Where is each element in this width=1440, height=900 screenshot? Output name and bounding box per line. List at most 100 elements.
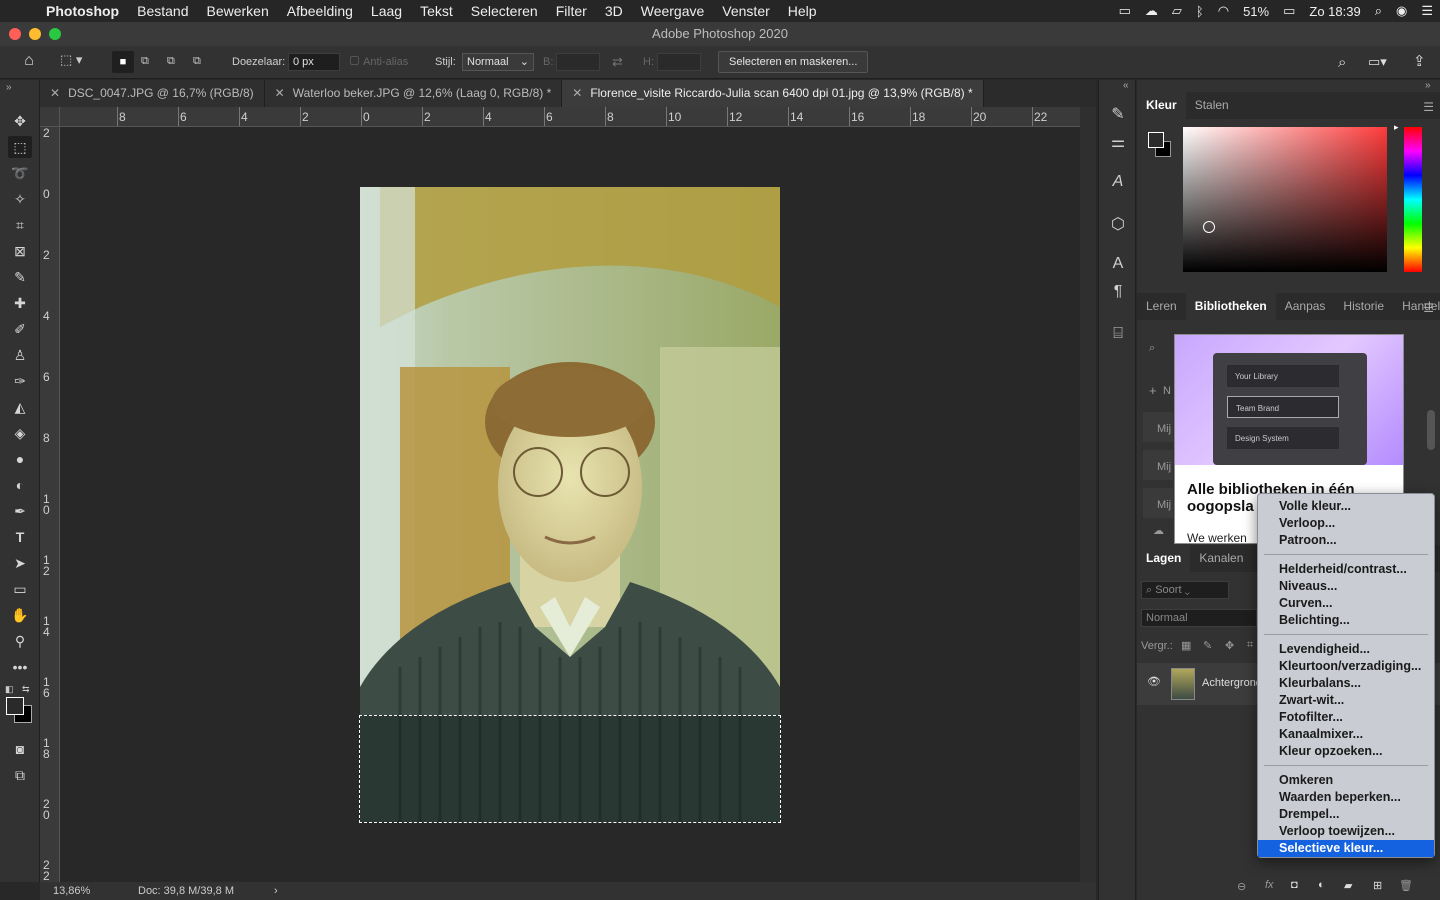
search-icon[interactable]: ⌕ [1338, 54, 1346, 71]
tab-stalen[interactable]: Stalen [1186, 92, 1238, 119]
default-colors-icon[interactable]: ◧ [5, 684, 14, 695]
zoom-tool-icon[interactable]: ⚲ [8, 630, 32, 652]
marquee-preset-icon[interactable]: ⬚ ▾ [60, 52, 98, 72]
collapse-column-icon[interactable]: « [1123, 80, 1129, 91]
brush-settings-icon[interactable]: ✎ [1106, 102, 1130, 126]
paragraph-icon[interactable]: ¶ [1106, 280, 1130, 304]
battery-percent[interactable]: 51% [1236, 4, 1276, 19]
creative-cloud-icon[interactable]: ☁ [1138, 3, 1165, 19]
collapse-panels-icon[interactable]: » [1425, 80, 1431, 91]
eraser-tool-icon[interactable]: ◭ [8, 396, 32, 418]
foreground-color-swatch[interactable] [6, 697, 24, 715]
add-to-selection-icon[interactable]: ⧉ [141, 55, 149, 68]
visibility-eye-icon[interactable]: 👁 [1147, 675, 1161, 688]
tool-presets-icon[interactable]: ⌸ [1106, 322, 1130, 346]
frame-tool-icon[interactable]: ⊠ [8, 240, 32, 262]
airplay-icon[interactable]: ▱ [1165, 3, 1189, 19]
close-tab-icon[interactable]: ✕ [50, 86, 60, 100]
collapse-toolbar-icon[interactable]: » [6, 82, 12, 93]
color-fg-swatch[interactable] [1148, 132, 1164, 148]
glyphs-icon[interactable]: A [1106, 170, 1130, 194]
pen-tool-icon[interactable]: ✒ [8, 500, 32, 522]
home-icon[interactable]: ⌂ [18, 52, 40, 72]
menu-item[interactable]: Fotofilter... [1258, 709, 1434, 726]
screen-mode-icon[interactable]: ⧉ [8, 764, 32, 786]
menu-item[interactable]: Kanaalmixer... [1258, 726, 1434, 743]
clone-stamp-tool-icon[interactable]: ♙ [8, 344, 32, 366]
menu-laag[interactable]: Laag [362, 3, 411, 19]
tab-kleur[interactable]: Kleur [1137, 92, 1186, 119]
lock-position-icon[interactable]: ✥ [1225, 639, 1234, 652]
spotlight-search-icon[interactable]: ⌕ [1368, 3, 1389, 19]
panel-menu-icon[interactable]: ☰ [1423, 100, 1434, 114]
workspace-icon[interactable]: ▭▾ [1368, 54, 1387, 70]
hue-slider-handle-icon[interactable]: ▸ [1394, 122, 1399, 133]
bluetooth-icon[interactable]: ᛒ [1189, 4, 1211, 19]
wifi-icon[interactable]: ◠ [1211, 3, 1236, 19]
menu-filter[interactable]: Filter [547, 3, 596, 19]
siri-icon[interactable]: ◉ [1389, 3, 1414, 19]
canvas-scrollbar[interactable] [1080, 107, 1096, 882]
blur-tool-icon[interactable]: ● [8, 448, 32, 470]
quick-mask-icon[interactable]: ◙ [8, 738, 32, 760]
layer-name[interactable]: Achtergrond [1202, 677, 1262, 689]
app-menu[interactable]: Photoshop [40, 3, 128, 19]
status-menu-chevron-icon[interactable]: › [274, 882, 278, 900]
height-input[interactable] [657, 53, 701, 71]
menu-item[interactable]: Niveaus... [1258, 578, 1434, 595]
lasso-tool-icon[interactable]: ➰ [8, 162, 32, 184]
marquee-tool-icon[interactable]: ⬚ [8, 136, 32, 158]
magic-wand-tool-icon[interactable]: ✧ [8, 188, 32, 210]
lock-artboard-icon[interactable]: ⌗ [1247, 639, 1253, 652]
menu-item[interactable]: Curven... [1258, 595, 1434, 612]
zoom-level[interactable]: 13,86% [53, 882, 90, 900]
menu-item[interactable]: Verloop toewijzen... [1258, 823, 1434, 840]
select-and-mask-button[interactable]: Selecteren en maskeren... [718, 51, 869, 73]
width-input[interactable] [556, 53, 600, 71]
menu-item[interactable]: Kleurbalans... [1258, 675, 1434, 692]
type-tool-icon[interactable]: T [8, 526, 32, 548]
fx-icon[interactable]: fx [1265, 879, 1274, 891]
path-selection-tool-icon[interactable]: ➤ [8, 552, 32, 574]
crop-tool-icon[interactable]: ⌗ [8, 214, 32, 236]
eyedropper-tool-icon[interactable]: ✎ [8, 266, 32, 288]
tab-bibliotheken[interactable]: Bibliotheken [1185, 293, 1276, 320]
tab-aanpassingen[interactable]: Aanpas [1276, 293, 1335, 320]
menu-venster[interactable]: Venster [713, 3, 778, 19]
tab-historie[interactable]: Historie [1334, 293, 1393, 320]
close-tab-icon[interactable]: ✕ [572, 86, 582, 100]
tab-leren[interactable]: Leren [1137, 293, 1186, 320]
ruler-origin[interactable] [40, 107, 60, 127]
menu-3d[interactable]: 3D [596, 3, 632, 19]
subtract-selection-icon[interactable]: ⧉ [167, 55, 175, 68]
new-group-icon[interactable]: ▰ [1344, 879, 1352, 892]
new-layer-icon[interactable]: ⊞ [1373, 879, 1382, 892]
tab-florence[interactable]: ✕ Florence_visite Riccardo-Julia scan 640… [562, 80, 984, 107]
tab-lagen[interactable]: Lagen [1137, 545, 1191, 572]
panel-menu-icon[interactable]: ☰ [1423, 301, 1434, 315]
display-icon[interactable]: ▭ [1112, 3, 1138, 19]
menu-item[interactable]: Omkeren [1258, 772, 1434, 789]
hue-slider[interactable] [1404, 127, 1422, 272]
tab-kanalen[interactable]: Kanalen [1190, 545, 1252, 572]
library-search-icon[interactable]: ⌕ [1149, 342, 1155, 355]
style-select[interactable]: Normaal ⌄ [462, 53, 534, 71]
menu-bewerken[interactable]: Bewerken [197, 3, 277, 19]
hand-tool-icon[interactable]: ✋ [8, 604, 32, 626]
zoom-window-icon[interactable] [49, 28, 61, 40]
menu-item[interactable]: Waarden beperken... [1258, 789, 1434, 806]
menu-afbeelding[interactable]: Afbeelding [278, 3, 362, 19]
menu-item[interactable]: Belichting... [1258, 612, 1434, 629]
share-icon[interactable]: ⇪ [1413, 52, 1426, 70]
document-canvas[interactable] [60, 127, 1080, 882]
marquee-selection[interactable] [359, 715, 781, 823]
menu-item[interactable]: Verloop... [1258, 515, 1434, 532]
antialias-checkbox[interactable] [350, 56, 359, 65]
menu-bestand[interactable]: Bestand [128, 3, 197, 19]
menu-item[interactable]: Kleurtoon/verzadiging... [1258, 658, 1434, 675]
move-tool-icon[interactable]: ✥ [8, 110, 32, 132]
color-picker-cursor[interactable] [1203, 221, 1215, 233]
clock[interactable]: Zo 18:39 [1302, 4, 1367, 19]
feather-input[interactable]: 0 px [288, 53, 340, 71]
notification-center-icon[interactable]: ☰ [1414, 3, 1440, 19]
